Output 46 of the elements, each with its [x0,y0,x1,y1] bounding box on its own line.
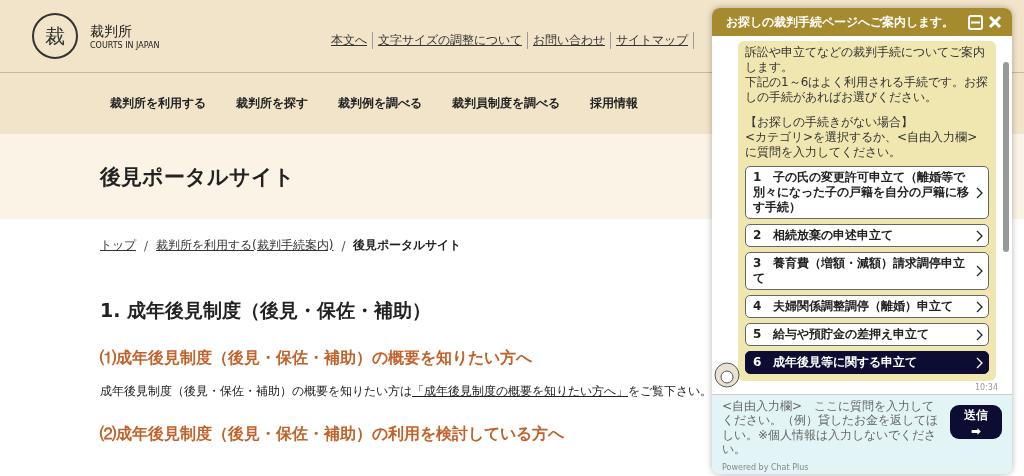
option-button[interactable]: 2 相続放棄の申述申立て [745,224,989,247]
close-icon[interactable] [988,15,1002,29]
section-heading: 1. 成年後見制度（後見・保佐・補助） [100,298,433,323]
breadcrumb-separator: / [341,238,346,253]
nav-item[interactable]: 裁判所を探す [236,95,308,112]
message-time: 10:34 [974,383,998,392]
site-name[interactable]: 裁判所 [90,22,160,41]
utility-link[interactable]: サイトマップ [611,31,694,49]
option-button[interactable]: 3 養育費（増額・減額）請求調停申立て [745,252,989,290]
option-button[interactable]: 4 夫婦関係調整調停（離婚）申立て [745,295,989,318]
message-text: 下記の1～6はよく利用される手続です。お探しの手続があればお選びください。 [745,75,989,105]
inline-link[interactable]: 「成年後見制度の概要を知りたい方へ」 [412,384,628,398]
send-button[interactable]: 送信 ➡ [950,405,1002,439]
nav-item[interactable]: 採用情報 [590,95,638,112]
logo-icon[interactable]: 裁 [30,11,80,61]
breadcrumb-link[interactable]: トップ [100,237,136,254]
subsection-heading: ⑵成年後見制度（後見・保佐・補助）の利用を検討している方へ [100,424,565,445]
breadcrumb-link[interactable]: 裁判所を利用する(裁判手続案内) [156,237,334,254]
utility-link[interactable]: 本文へ [326,31,373,49]
chevron-icon [976,356,983,369]
utility-link[interactable]: 文字サイズの調整について [373,31,528,49]
message-input[interactable]: <自由入力欄> ここに質問を入力してください。（例）貸したお金を返してほしい。※個人情報は入力しないでください。 [722,399,944,457]
breadcrumb-current: 後見ポータルサイト [353,237,462,254]
site-name-english: COURTS IN JAPAN [90,40,160,50]
chevron-icon [976,265,983,277]
nav-item[interactable]: 裁判所を利用する [110,95,206,112]
message-text: 【お探しの手続きがない場合】 [745,115,914,130]
chevron-icon [976,186,983,199]
chevron-icon [976,328,983,341]
utility-link[interactable]: お問い合わせ [528,31,611,49]
subsection-heading: ⑴成年後見制度（後見・保佐・補助）の概要を知りたい方へ [100,348,533,369]
nav-item[interactable]: 裁判例を調べる [338,95,422,112]
nav-item[interactable]: 裁判員制度を調べる [452,95,560,112]
message-text: <カテゴリ>を選択するか、<自由入力欄>に質問を入力してください。 [745,130,979,160]
breadcrumb-separator: / [144,238,149,253]
option-button[interactable]: 6 成年後見等に関する申立て [745,351,989,374]
powered-by-text: Powered by Chat Plus [722,463,809,472]
page-title: 後見ポータルサイト [100,163,295,191]
option-button[interactable]: 1 子の氏の変更許可申立て（離婚等で別々になった子の戸籍を自分の戸籍に移す手続） [745,166,989,219]
minimize-icon[interactable] [968,14,983,30]
chevron-icon [976,300,983,313]
chat-title: お探しの裁判手続ページへご案内します。 [726,13,955,31]
message-text: 訴訟や申立てなどの裁判手続についてご案内します。 [745,45,986,75]
option-button[interactable]: 5 給与や預貯金の差押え申立て [745,323,989,346]
chevron-icon [976,229,983,242]
message-field[interactable]: <自由入力欄> ここに質問を入力してください。（例）貸したお金を返してほしい。※個人情報は入力しないでください。 送信 ➡ [712,394,1012,461]
